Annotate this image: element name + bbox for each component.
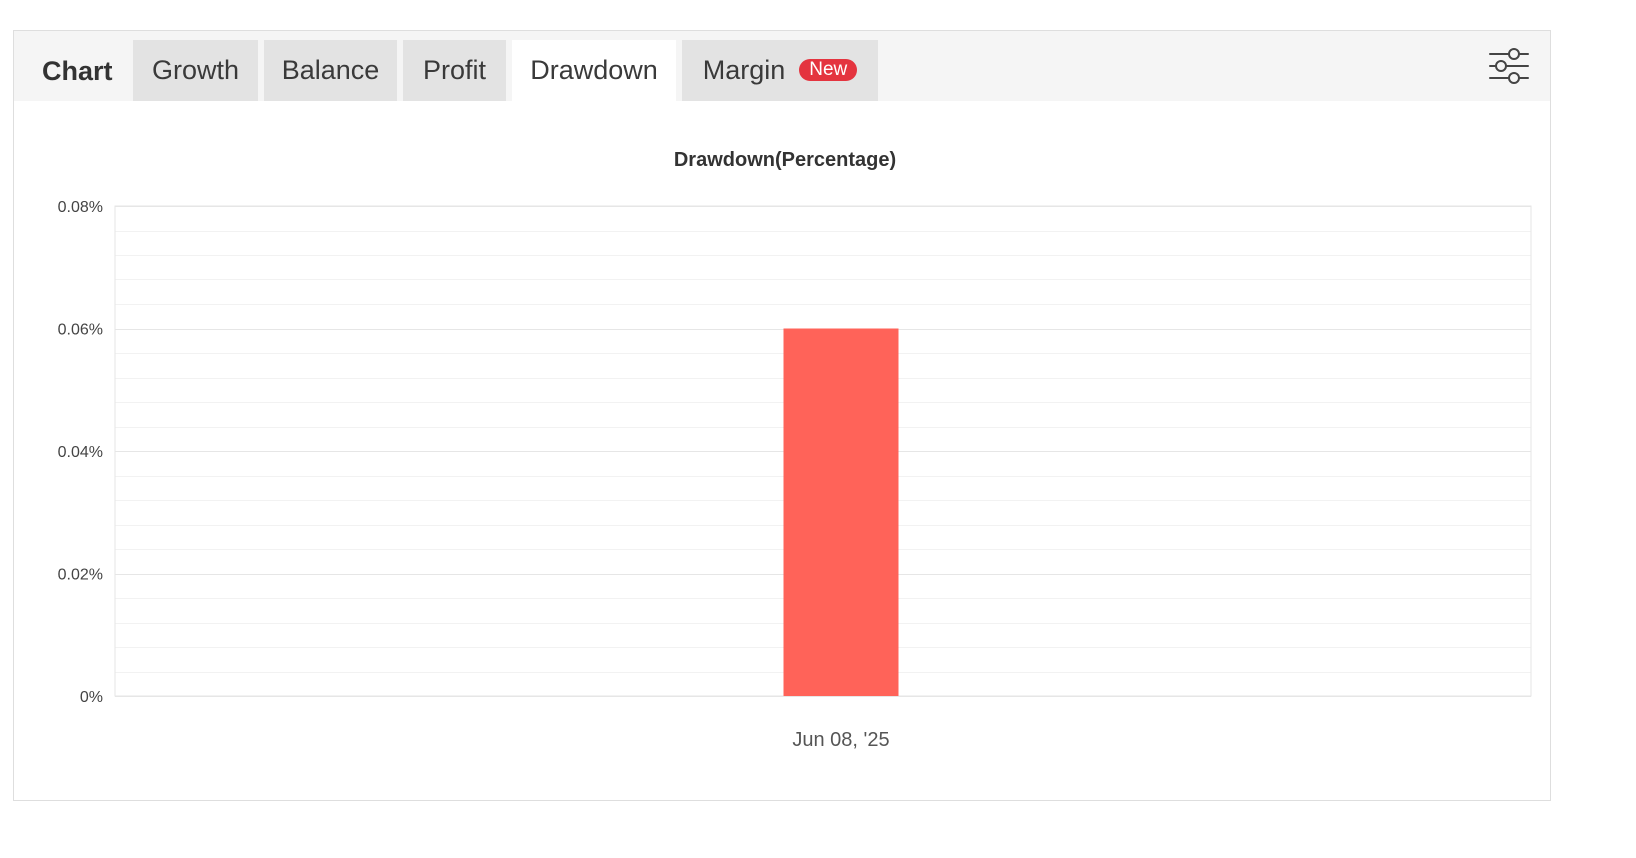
y-axis: 0% 0.02% 0.04% 0.06% 0.08% — [58, 199, 103, 706]
y-tick-label: 0.08% — [58, 199, 103, 216]
y-tick-label: 0% — [80, 689, 103, 706]
y-tick-label: 0.04% — [58, 444, 103, 461]
x-tick-label: Jun 08, '25 — [792, 729, 889, 751]
bars — [783, 328, 899, 697]
chart-panel: Chart Growth Balance Profit Drawdown Mar… — [13, 30, 1551, 801]
y-tick-label: 0.02% — [58, 567, 103, 584]
bar[interactable] — [783, 328, 899, 697]
x-axis: Jun 08, '25 — [792, 729, 889, 751]
y-tick-label: 0.06% — [58, 322, 103, 339]
drawdown-chart: Drawdown(Percentage) 0% 0.02% 0.04% 0.06% 0.… — [58, 149, 1532, 751]
chart-title: Drawdown(Percentage) — [674, 149, 896, 171]
